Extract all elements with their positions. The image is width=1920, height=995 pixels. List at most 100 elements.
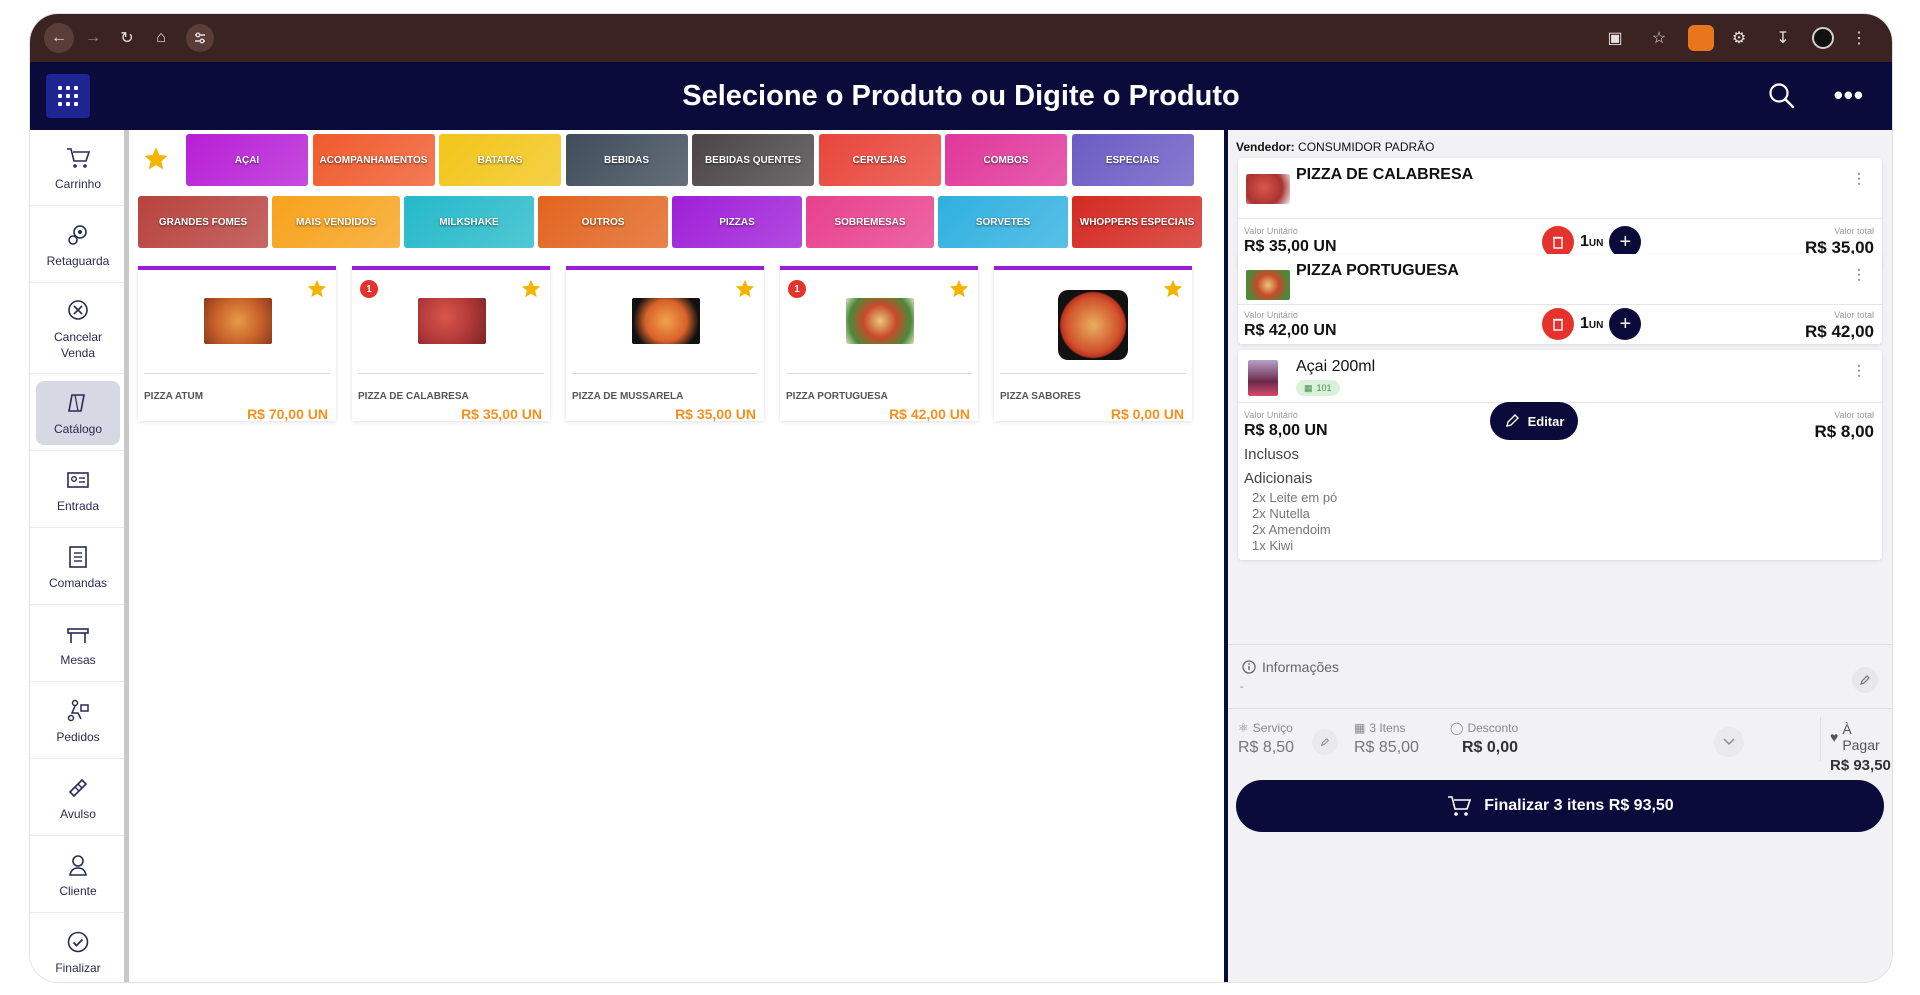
product-price: R$ 0,00 UN xyxy=(1110,406,1184,422)
category-tile[interactable]: MILKSHAKE xyxy=(404,196,534,248)
category-tile[interactable]: MAIS VENDIDOS xyxy=(272,196,400,248)
item-total: R$ 8,00 xyxy=(1814,422,1874,441)
category-tile[interactable]: SORVETES xyxy=(938,196,1068,248)
favorite-star-icon[interactable] xyxy=(948,278,970,300)
chevron-down-icon xyxy=(1723,738,1735,745)
category-tile[interactable]: ACOMPANHAMENTOS xyxy=(312,134,435,186)
install-app-icon[interactable]: ▣ xyxy=(1600,23,1630,53)
product-name: PIZZA DE CALABRESA xyxy=(358,391,469,402)
discount-total[interactable]: ◯ Desconto R$ 0,00 xyxy=(1450,721,1518,757)
product-card[interactable]: 1 PIZZA DE CALABRESA R$ 35,00 UN xyxy=(352,266,550,422)
increase-quantity-button[interactable]: + xyxy=(1609,308,1642,340)
sidebar: Carrinho Retaguarda Cancelar Venda Catál… xyxy=(30,130,126,982)
category-tile[interactable]: BEBIDAS QUENTES xyxy=(692,134,814,186)
forward-icon[interactable]: → xyxy=(78,23,108,53)
category-tile[interactable]: GRANDES FOMES xyxy=(138,196,268,248)
download-icon[interactable]: ↧ xyxy=(1768,23,1798,53)
profile-avatar[interactable] xyxy=(1812,27,1834,49)
cart-item[interactable]: PIZZA PORTUGUESA ⋮ Valor Unitário R$ 42,… xyxy=(1238,254,1882,344)
cart-item[interactable]: Açai 200ml ▦ 101 ⋮ Valor Unitário R$ 8,00… xyxy=(1238,350,1882,560)
category-tile[interactable]: BEBIDAS xyxy=(565,134,688,186)
item-quantity[interactable]: 1UN xyxy=(1580,233,1603,251)
item-total: R$ 42,00 xyxy=(1805,322,1874,341)
browser-menu-icon[interactable]: ⋮ xyxy=(1844,23,1874,53)
amount-due: ♥ À Pagar R$ 93,50 xyxy=(1830,721,1891,774)
category-tile[interactable]: PIZZAS xyxy=(672,196,802,248)
finalize-order-button[interactable]: Finalizar 3 itens R$ 93,50 xyxy=(1236,780,1884,832)
star-icon xyxy=(144,147,168,170)
sidebar-item-label: Carrinho xyxy=(54,176,102,191)
sidebar-scrollbar[interactable] xyxy=(124,130,129,982)
edit-item-button[interactable]: Editar xyxy=(1490,402,1578,440)
page-title: Selecione o Produto ou Digite o Produto xyxy=(682,80,1240,112)
product-card[interactable]: PIZZA DE MUSSARELA R$ 35,00 UN xyxy=(566,266,764,422)
item-menu-icon[interactable]: ⋮ xyxy=(1852,362,1866,379)
sidebar-item-avulso[interactable]: Avulso xyxy=(30,760,126,836)
sidebar-item-carrinho[interactable]: Carrinho xyxy=(30,130,126,206)
product-card[interactable]: 1 PIZZA PORTUGUESA R$ 42,00 UN xyxy=(780,266,978,422)
edit-info-button[interactable] xyxy=(1852,667,1878,693)
sidebar-item-finalizar[interactable]: Finalizar xyxy=(30,914,126,982)
addon-item: 1x Kiwi xyxy=(1252,538,1294,553)
site-settings-icon[interactable] xyxy=(186,24,214,52)
extension-fox-icon[interactable] xyxy=(1688,25,1714,51)
sidebar-item-label: Comandas xyxy=(48,575,108,590)
item-quantity[interactable]: 1UN xyxy=(1580,315,1603,333)
favorite-star-icon[interactable] xyxy=(734,278,756,300)
edit-service-button[interactable] xyxy=(1312,729,1338,755)
cart-item[interactable]: PIZZA DE CALABRESA ⋮ Valor Unitário R$ 3… xyxy=(1238,158,1882,268)
service-icon: ⚛ xyxy=(1238,721,1249,735)
product-card[interactable]: PIZZA ATUM R$ 70,00 UN xyxy=(138,266,336,422)
sidebar-item-catalogo[interactable]: Catálogo xyxy=(30,375,126,451)
favorite-star-icon[interactable] xyxy=(306,278,328,300)
addon-item: 2x Leite em pó xyxy=(1252,490,1338,505)
sidebar-item-retaguarda[interactable]: Retaguarda xyxy=(30,207,126,283)
total-label: Valor total xyxy=(1834,410,1874,420)
item-menu-icon[interactable]: ⋮ xyxy=(1852,266,1866,283)
search-icon[interactable] xyxy=(1768,82,1796,110)
sidebar-item-comandas[interactable]: Comandas xyxy=(30,529,126,605)
back-icon[interactable]: ← xyxy=(44,23,74,53)
seller-line[interactable]: Vendedor: CONSUMIDOR PADRÃO xyxy=(1236,140,1434,154)
more-options-icon[interactable]: ••• xyxy=(1834,80,1864,111)
home-icon[interactable]: ⌂ xyxy=(146,23,176,53)
list-icon xyxy=(65,544,91,570)
sidebar-item-label: Pedidos xyxy=(56,729,100,744)
expand-totals-button[interactable] xyxy=(1714,727,1744,757)
unit-price-label: Valor Unitário xyxy=(1244,310,1298,320)
favorite-star-icon[interactable] xyxy=(520,278,542,300)
sidebar-item-pedidos[interactable]: Pedidos xyxy=(30,683,126,759)
extensions-icon[interactable]: ⚙ xyxy=(1724,23,1754,53)
bookmark-star-icon[interactable]: ☆ xyxy=(1644,23,1674,53)
category-tile[interactable]: CERVEJAS xyxy=(818,134,941,186)
money-bag-icon: ♥ xyxy=(1830,729,1839,745)
category-tile[interactable]: AÇAI xyxy=(186,134,308,186)
item-menu-icon[interactable]: ⋮ xyxy=(1852,170,1866,187)
sidebar-item-cancelar-venda[interactable]: Cancelar Venda xyxy=(30,284,126,374)
info-value: - xyxy=(1240,681,1244,693)
favorite-star-icon[interactable] xyxy=(1162,278,1184,300)
category-tile[interactable]: SOBREMESAS xyxy=(806,196,934,248)
pencil-icon xyxy=(1860,675,1870,685)
product-card[interactable]: PIZZA SABORES R$ 0,00 UN xyxy=(994,266,1192,422)
sidebar-item-entrada[interactable]: Entrada xyxy=(30,452,126,528)
category-tile[interactable]: COMBOS xyxy=(945,134,1067,186)
sidebar-item-cliente[interactable]: Cliente xyxy=(30,837,126,913)
sidebar-item-mesas[interactable]: Mesas xyxy=(30,606,126,682)
gears-icon xyxy=(65,222,91,248)
category-tile[interactable]: OUTROS xyxy=(538,196,668,248)
delete-item-button[interactable] xyxy=(1542,308,1574,340)
quantity-stepper: 1UN + xyxy=(1542,308,1642,340)
info-icon xyxy=(1242,660,1256,674)
category-tile[interactable]: BATATAS xyxy=(439,134,561,186)
items-total: ▦ 3 Itens R$ 85,00 xyxy=(1354,721,1419,756)
category-tile[interactable]: WHOPPERS ESPECIAIS xyxy=(1072,196,1202,248)
product-image xyxy=(632,298,700,344)
category-tile[interactable]: ESPECIAIS xyxy=(1071,134,1194,186)
catalog-area: AÇAI ACOMPANHAMENTOS BATATAS BEBIDAS BEBIDAS… xyxy=(130,130,1224,982)
trash-icon xyxy=(1553,318,1563,331)
reload-icon[interactable]: ↻ xyxy=(112,23,142,53)
favorites-filter-button[interactable] xyxy=(130,134,182,184)
product-name: PIZZA SABORES xyxy=(1000,391,1081,402)
user-icon xyxy=(65,852,91,878)
